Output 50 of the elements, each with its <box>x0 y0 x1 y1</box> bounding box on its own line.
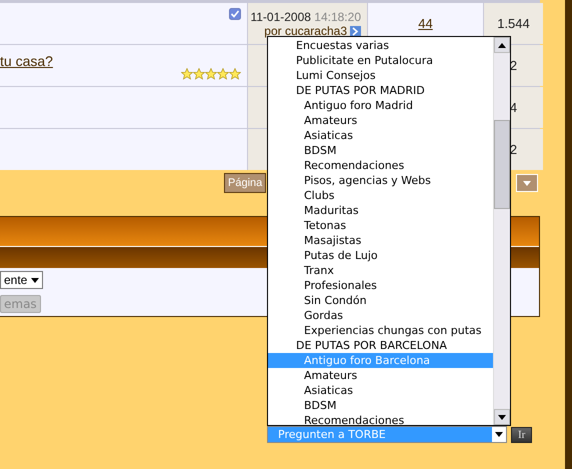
star-icon <box>205 68 217 80</box>
checkbox[interactable] <box>229 8 241 20</box>
forum-option[interactable]: DE PUTAS POR BARCELONA <box>268 338 493 353</box>
forum-option[interactable]: DE PUTAS POR MADRID <box>268 83 493 98</box>
author-link[interactable]: por cucaracha3 <box>264 24 347 38</box>
forum-option[interactable]: Asiaticas <box>268 128 493 143</box>
forum-option[interactable]: Masajistas <box>268 233 493 248</box>
views-count: 1.544 <box>497 16 530 31</box>
forum-option[interactable]: Recomendaciones <box>268 413 493 425</box>
caret-icon <box>523 180 531 186</box>
forum-option[interactable]: Amateurs <box>268 368 493 383</box>
forum-option[interactable]: Clubs <box>268 188 493 203</box>
forum-option[interactable]: Lumi Consejos <box>268 68 493 83</box>
sort-order-select[interactable]: ente <box>0 271 44 289</box>
thread-title-link[interactable]: tu casa? <box>0 52 53 68</box>
forum-option[interactable]: Antiguo foro Madrid <box>268 98 493 113</box>
caret-icon <box>495 432 503 437</box>
scroll-up-button[interactable] <box>494 37 510 53</box>
star-icon <box>193 68 205 80</box>
replies-count-link[interactable]: 44 <box>418 16 433 31</box>
forum-option[interactable]: Maduritas <box>268 203 493 218</box>
star-icon <box>181 68 193 80</box>
views-count: 2 <box>510 142 518 157</box>
scroll-down-icon <box>498 414 506 420</box>
scrollbar[interactable] <box>493 37 510 425</box>
arrow-icon[interactable] <box>350 26 361 36</box>
last-post-date: 11-01-2008 14:18:20 <box>250 10 361 24</box>
caret-icon <box>31 278 40 282</box>
scroll-down-button[interactable] <box>494 409 510 425</box>
forum-option[interactable]: Profesionales <box>268 278 493 293</box>
forum-option[interactable]: BDSM <box>268 398 493 413</box>
star-icon <box>229 68 241 80</box>
forum-option[interactable]: Amateurs <box>268 113 493 128</box>
forum-option[interactable]: Tetonas <box>268 218 493 233</box>
forum-option[interactable]: Tranx <box>268 263 493 278</box>
star-icon <box>217 68 229 80</box>
forum-option[interactable]: BDSM <box>268 143 493 158</box>
views-count: 2 <box>510 58 518 73</box>
forum-option[interactable]: Publicitate en Putalocura <box>268 53 493 68</box>
go-button[interactable]: Ir <box>511 426 532 442</box>
forum-option[interactable]: Putas de Lujo <box>268 248 493 263</box>
scrollbar-thumb[interactable] <box>494 120 510 209</box>
forum-option[interactable]: Recomendaciones <box>268 158 493 173</box>
forum-option[interactable]: Asiaticas <box>268 383 493 398</box>
page-menu-button[interactable] <box>516 174 538 192</box>
forum-option[interactable]: Gordas <box>268 308 493 323</box>
forum-option[interactable]: Experiencias chungas con putas <box>268 323 493 338</box>
forum-option[interactable]: Pisos, agencias y Webs <box>268 173 493 188</box>
forum-option[interactable]: Sin Condón <box>268 293 493 308</box>
forum-option[interactable]: Encuestas varias <box>268 38 493 53</box>
